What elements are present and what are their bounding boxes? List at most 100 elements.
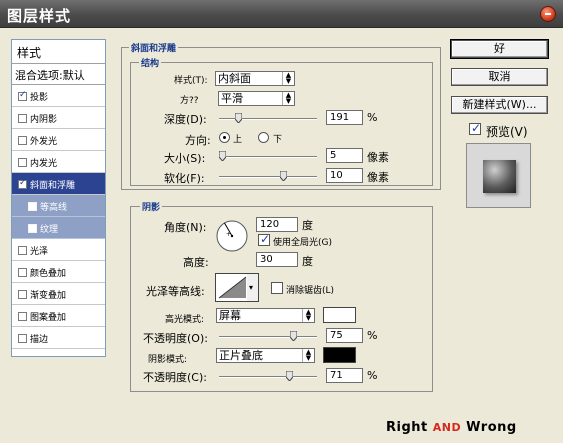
altitude-unit: 度 [302, 255, 313, 268]
effect-label: 光泽 [30, 247, 49, 257]
technique-label: 方?? [180, 96, 199, 106]
preview-checkbox[interactable] [469, 121, 481, 135]
title-bar: 图层样式 [0, 0, 563, 28]
soften-input[interactable]: 10 [326, 168, 363, 183]
size-slider-thumb[interactable] [218, 151, 226, 161]
soften-slider-track[interactable] [219, 176, 317, 178]
gloss-contour-label: 光泽等高线: [146, 285, 205, 298]
effect-item[interactable]: 描边 [12, 327, 105, 349]
effect-checkbox[interactable] [18, 290, 27, 299]
shadow-mode-value: 正片叠底 [219, 349, 263, 362]
svg-text:▾: ▾ [249, 283, 253, 292]
effect-checkbox[interactable] [28, 202, 37, 211]
shadow-color-swatch[interactable] [323, 347, 356, 363]
global-light-checkbox[interactable] [258, 232, 270, 246]
effect-label: 颜色叠加 [30, 269, 67, 279]
anti-alias-checkbox[interactable] [271, 282, 283, 294]
gloss-contour-swatch[interactable]: ▾ [215, 273, 259, 302]
ok-button[interactable]: 好 [450, 39, 549, 59]
preview-thumbnail [466, 143, 531, 208]
soften-label: 软化(F): [164, 172, 205, 185]
effect-checkbox[interactable] [18, 114, 27, 123]
angle-input[interactable]: 120 [256, 217, 298, 232]
effect-checkbox[interactable] [18, 268, 27, 277]
style-select[interactable]: 内斜面 ▲ ▼ [215, 71, 295, 86]
direction-down-label: 下 [273, 135, 283, 145]
watermark: Right and Wrong [386, 420, 517, 435]
soften-unit: 像素 [367, 171, 389, 184]
effect-item[interactable]: 内阴影 [12, 107, 105, 129]
shadow-opacity-input[interactable]: 71 [326, 368, 363, 383]
style-label: 样式(T): [174, 76, 208, 86]
effect-label: 渐变叠加 [30, 291, 67, 301]
cancel-button[interactable]: 取消 [451, 68, 548, 86]
effect-item[interactable]: 外发光 [12, 129, 105, 151]
styles-heading[interactable]: 样式 [12, 40, 105, 64]
effect-checkbox[interactable] [28, 224, 37, 233]
depth-slider-thumb[interactable] [234, 113, 242, 123]
effect-checkbox[interactable] [18, 246, 27, 255]
angle-unit: 度 [302, 219, 313, 232]
highlight-mode-select[interactable]: 屏幕 ▲ ▼ [216, 308, 315, 323]
effect-item[interactable]: 图案叠加 [12, 305, 105, 327]
shadow-mode-label: 阴影模式: [148, 355, 188, 365]
effect-checkbox[interactable] [18, 158, 27, 167]
shadow-opacity-label: 不透明度(C): [143, 371, 207, 384]
effect-label: 投影 [30, 93, 49, 103]
effect-label: 图案叠加 [30, 313, 67, 323]
effect-label: 内发光 [30, 159, 58, 169]
direction-up-radio[interactable] [219, 132, 230, 143]
altitude-input[interactable]: 30 [256, 252, 298, 267]
effect-item[interactable]: 纹理 [12, 217, 105, 239]
shadow-opacity-thumb[interactable] [285, 371, 293, 381]
soften-slider-thumb[interactable] [279, 171, 287, 181]
highlight-opacity-unit: % [367, 329, 378, 342]
anti-alias-label: 消除锯齿(L) [286, 286, 335, 296]
depth-label: 深度(D): [164, 113, 207, 126]
styles-list: 样式 混合选项:默认 投影内阴影外发光内发光斜面和浮雕等高线纹理光泽颜色叠加渐变… [11, 39, 106, 357]
direction-down-radio[interactable] [258, 132, 269, 143]
new-style-button[interactable]: 新建样式(W)... [451, 96, 548, 114]
angle-dial[interactable]: + [216, 220, 248, 252]
depth-unit: % [367, 111, 378, 124]
highlight-opacity-track[interactable] [219, 336, 317, 338]
effect-item[interactable]: 斜面和浮雕 [12, 173, 105, 195]
close-button[interactable] [540, 6, 556, 22]
svg-text:+: + [226, 231, 231, 238]
effect-item[interactable]: 内发光 [12, 151, 105, 173]
highlight-color-swatch[interactable] [323, 307, 356, 323]
effect-checkbox[interactable] [18, 136, 27, 145]
effect-checkbox[interactable] [18, 312, 27, 321]
updown-arrow-icon: ▲ ▼ [302, 309, 314, 322]
size-input[interactable]: 5 [326, 148, 363, 163]
shading-title: 阴影 [140, 200, 163, 213]
effect-label: 外发光 [30, 137, 58, 147]
size-slider-track[interactable] [219, 156, 317, 158]
size-unit: 像素 [367, 151, 389, 164]
effect-checkbox[interactable] [18, 178, 27, 189]
blending-options-item[interactable]: 混合选项:默认 [12, 64, 105, 85]
technique-select[interactable]: 平滑 ▲ ▼ [218, 91, 295, 106]
depth-input[interactable]: 191 [326, 110, 363, 125]
effect-item[interactable]: 等高线 [12, 195, 105, 217]
effect-checkbox[interactable] [18, 334, 27, 343]
effect-label: 描边 [30, 335, 49, 345]
effect-label: 等高线 [40, 203, 68, 213]
effect-item[interactable]: 投影 [12, 85, 105, 107]
updown-arrow-icon: ▲ ▼ [302, 349, 314, 362]
direction-label: 方向: [185, 134, 211, 147]
effect-item[interactable]: 渐变叠加 [12, 283, 105, 305]
technique-value: 平滑 [221, 92, 243, 105]
highlight-opacity-input[interactable]: 75 [326, 328, 363, 343]
effect-item[interactable]: 光泽 [12, 239, 105, 261]
altitude-label: 高度: [183, 256, 209, 269]
effect-checkbox[interactable] [18, 90, 27, 101]
effect-item[interactable]: 颜色叠加 [12, 261, 105, 283]
structure-title: 结构 [139, 56, 162, 69]
shadow-opacity-track[interactable] [219, 376, 317, 378]
highlight-opacity-thumb[interactable] [289, 331, 297, 341]
watermark-word-1: Right [386, 420, 428, 435]
watermark-word-2: and [432, 421, 462, 434]
angle-label: 角度(N): [164, 221, 207, 234]
shadow-mode-select[interactable]: 正片叠底 ▲ ▼ [216, 348, 315, 363]
